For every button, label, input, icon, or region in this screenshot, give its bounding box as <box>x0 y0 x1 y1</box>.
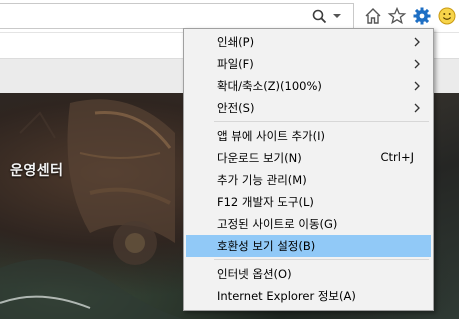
menu-item-label: 인터넷 옵션(O) <box>217 267 292 281</box>
home-icon[interactable] <box>363 6 383 26</box>
banner-title: 운영센터 <box>10 163 64 179</box>
menu-item[interactable]: 추가 기능 관리(M) <box>186 169 431 191</box>
menu-item-label: 앱 뷰에 사이트 추가(I) <box>217 129 325 143</box>
menu-item-shortcut: Ctrl+J <box>380 150 415 164</box>
menu-item-label: 추가 기능 관리(M) <box>217 173 307 187</box>
tools-menu: 인쇄(P) 파일(F) 확대/축소(Z)(100%) 안전(S) 앱 뷰에 사이트 추가… <box>183 28 434 311</box>
menu-item[interactable]: 확대/축소(Z)(100%) <box>186 75 431 97</box>
menu-item-label: 고정된 사이트로 이동(G) <box>217 217 338 231</box>
menu-item-label: 인쇄(P) <box>217 35 255 49</box>
menu-item-label: Internet Explorer 정보(A) <box>217 289 356 303</box>
address-bar[interactable] <box>0 3 354 29</box>
menu-item[interactable]: 인쇄(P) <box>186 31 431 53</box>
menu-item-label: F12 개발자 도구(L) <box>217 195 314 209</box>
chevron-down-icon[interactable] <box>333 14 341 18</box>
menu-item-label: 다운로드 보기(N) <box>217 151 302 165</box>
menu-item[interactable]: 다운로드 보기(N) Ctrl+J <box>186 147 431 169</box>
menu-item-label: 파일(F) <box>217 57 254 71</box>
menu-item[interactable]: 앱 뷰에 사이트 추가(I) <box>186 125 431 147</box>
search-icon[interactable] <box>311 8 329 26</box>
chevron-right-icon <box>414 81 420 91</box>
menu-item[interactable]: 고정된 사이트로 이동(G) <box>186 213 431 235</box>
menu-item[interactable]: Internet Explorer 정보(A) <box>186 285 431 307</box>
menu-item-label: 안전(S) <box>217 101 255 115</box>
chevron-right-icon <box>414 103 420 113</box>
chevron-right-icon <box>414 37 420 47</box>
menu-separator <box>214 259 429 260</box>
menu-separator <box>214 121 429 122</box>
menu-item-label: 호환성 보기 설정(B) <box>217 239 316 253</box>
star-icon[interactable] <box>387 6 407 26</box>
menu-item[interactable]: 안전(S) <box>186 97 431 119</box>
menu-item[interactable]: F12 개발자 도구(L) <box>186 191 431 213</box>
menu-item[interactable]: 파일(F) <box>186 53 431 75</box>
smiley-icon[interactable] <box>437 6 457 26</box>
chevron-right-icon <box>414 59 420 69</box>
menu-item[interactable]: 호환성 보기 설정(B) <box>186 235 431 257</box>
browser-window: 운영센터 인쇄(P) 파일(F) 확대/축소(Z)(100%) 안전(S) 앱 뷰에 사… <box>0 0 459 319</box>
gear-icon[interactable] <box>412 6 432 26</box>
menu-item-label: 확대/축소(Z)(100%) <box>217 79 322 93</box>
menu-item[interactable]: 인터넷 옵션(O) <box>186 263 431 285</box>
